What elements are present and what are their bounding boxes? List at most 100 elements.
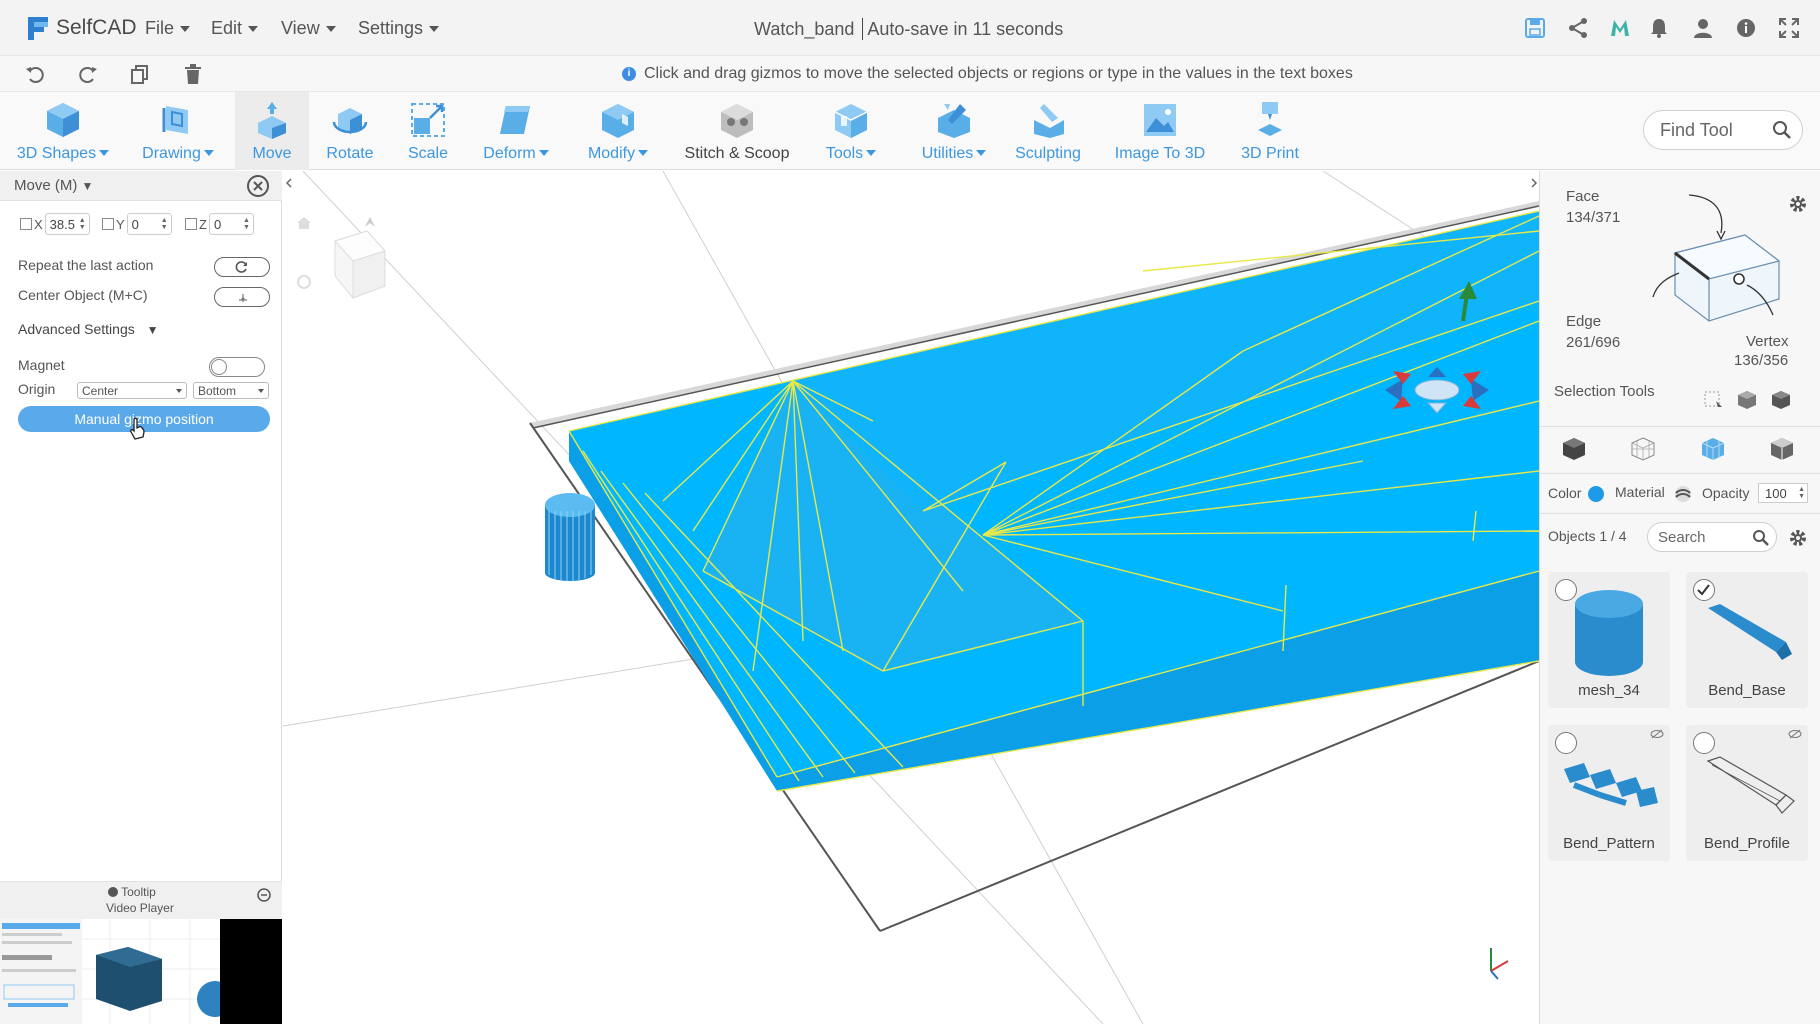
hidden-eye-icon[interactable] — [1650, 729, 1664, 739]
chevron-down-icon — [976, 150, 987, 156]
copy-icon[interactable] — [129, 63, 151, 85]
home-view-icon[interactable] — [297, 217, 311, 229]
tool-tools[interactable]: Tools — [808, 92, 894, 170]
multi-cube-select-icon[interactable] — [1736, 389, 1758, 411]
stepper-icon[interactable]: ▲ ▼ — [161, 217, 168, 231]
solid-wireframe-view-icon[interactable] — [1700, 436, 1726, 462]
z-checkbox[interactable] — [185, 218, 197, 230]
caret-down-icon: ▼ — [81, 179, 94, 193]
center-object-button[interactable] — [214, 287, 270, 307]
stepper-icon[interactable]: ▲ ▼ — [1798, 486, 1805, 500]
user-icon[interactable] — [1692, 17, 1714, 39]
y-input[interactable]: 0 ▲ ▼ — [126, 213, 172, 235]
gear-icon[interactable] — [1787, 193, 1809, 215]
minimize-icon[interactable] — [257, 888, 271, 902]
opacity-input[interactable]: 100 ▲ ▼ — [1758, 483, 1808, 503]
collapse-right-icon[interactable] — [1531, 178, 1538, 188]
tooltip-tab[interactable]: Tooltip — [108, 885, 156, 899]
magnet-label: Magnet — [18, 357, 65, 373]
origin-horizontal-select[interactable]: Center — [77, 382, 187, 399]
x-input[interactable]: 38.5 ▲ ▼ — [44, 213, 90, 235]
tool-3d-shapes[interactable]: 3D Shapes — [8, 92, 118, 170]
tool-move[interactable]: Move — [235, 92, 309, 170]
repeat-action-button[interactable] — [214, 257, 270, 277]
close-panel-button[interactable] — [247, 175, 269, 197]
scene-canvas[interactable] — [283, 171, 1539, 1024]
share-icon[interactable] — [1567, 17, 1589, 39]
y-checkbox[interactable] — [102, 218, 114, 230]
tool-stitch-scoop[interactable]: Stitch & Scoop — [676, 92, 798, 170]
tool-image-to-3d[interactable]: Image To 3D — [1108, 92, 1212, 170]
hidden-eye-icon[interactable] — [1788, 729, 1802, 739]
info-icon[interactable] — [1735, 17, 1757, 39]
delete-icon[interactable] — [182, 63, 204, 85]
magnet-toggle[interactable] — [209, 357, 265, 377]
object-select-radio[interactable] — [1693, 579, 1715, 601]
move-panel-header: Move (M) ▼ — [0, 171, 282, 201]
menu-view[interactable]: View — [281, 18, 336, 39]
collapse-left-icon[interactable] — [285, 178, 292, 188]
object-search-input[interactable] — [1658, 529, 1748, 546]
cube-icon — [47, 103, 79, 137]
3d-viewport[interactable] — [283, 171, 1539, 1024]
myminifactory-icon[interactable] — [1609, 17, 1631, 39]
selfcad-logo[interactable]: SelfCAD — [24, 12, 137, 44]
object-select-radio[interactable] — [1693, 732, 1715, 754]
document-name[interactable]: Watch_band — [754, 19, 854, 39]
object-search-box[interactable] — [1647, 522, 1777, 552]
object-card-bend-profile[interactable]: Bend_Profile — [1686, 725, 1808, 861]
target-icon[interactable] — [297, 275, 311, 289]
color-label: Color — [1548, 485, 1582, 501]
video-player[interactable] — [0, 919, 282, 1024]
tool-modify[interactable]: Modify — [572, 92, 664, 170]
object-card-bend-base[interactable]: Bend_Base — [1686, 572, 1808, 708]
solid-view-icon[interactable] — [1561, 436, 1587, 462]
xray-view-icon[interactable] — [1769, 436, 1795, 462]
stepper-icon[interactable]: ▲ ▼ — [243, 217, 250, 231]
menu-file[interactable]: File — [145, 18, 191, 39]
wireframe-view-icon[interactable] — [1630, 436, 1656, 462]
tool-deform[interactable]: Deform — [470, 92, 562, 170]
z-input[interactable]: 0 ▲ ▼ — [208, 213, 254, 235]
origin-vertical-select[interactable]: Bottom — [193, 382, 269, 399]
object-select-radio[interactable] — [1555, 732, 1577, 754]
move-panel-title[interactable]: Move (M) ▼ — [14, 177, 93, 194]
bell-icon[interactable] — [1648, 17, 1670, 39]
tool-rotate[interactable]: Rotate — [314, 92, 386, 170]
object-card-mesh-34[interactable]: mesh_34 — [1548, 572, 1670, 708]
search-icon[interactable] — [1772, 120, 1792, 140]
menu-settings[interactable]: Settings — [358, 18, 440, 39]
info-circle-icon — [108, 887, 118, 897]
find-tool-box[interactable] — [1643, 110, 1803, 150]
tool-drawing[interactable]: Drawing — [128, 92, 228, 170]
mesh-34-model[interactable] — [545, 493, 595, 581]
view-cube[interactable] — [334, 230, 386, 299]
solid-cube-select-icon[interactable] — [1770, 389, 1792, 411]
tool-sculpting[interactable]: Sculpting — [1010, 92, 1086, 170]
menu-edit[interactable]: Edit — [211, 18, 259, 39]
undo-icon[interactable] — [24, 63, 46, 85]
selection-tools-label: Selection Tools — [1554, 383, 1655, 400]
object-card-bend-pattern[interactable]: Bend_Pattern — [1548, 725, 1670, 861]
fullscreen-icon[interactable] — [1778, 17, 1800, 39]
objects-settings-gear-icon[interactable] — [1787, 527, 1809, 549]
x-checkbox[interactable] — [20, 218, 32, 230]
bend-base-model[interactable] — [568, 210, 1539, 792]
caret-down-icon: ▼ — [146, 323, 159, 337]
camera-direction-icon[interactable] — [365, 217, 375, 227]
selection-mode-cube[interactable] — [1635, 191, 1795, 331]
tool-scale[interactable]: Scale — [392, 92, 464, 170]
stepper-icon[interactable]: ▲ ▼ — [79, 217, 86, 231]
redo-icon[interactable] — [77, 63, 99, 85]
advanced-settings-toggle[interactable]: Advanced Settings ▼ — [18, 321, 159, 337]
search-icon[interactable] — [1752, 529, 1770, 547]
tool-utilities[interactable]: Utilities — [904, 92, 1004, 170]
tool-3d-print[interactable]: 3D Print — [1230, 92, 1310, 170]
material-icon[interactable] — [1674, 485, 1692, 503]
chevron-down-icon — [258, 389, 264, 393]
menu-settings-label: Settings — [358, 18, 424, 38]
save-icon[interactable] — [1524, 17, 1546, 39]
box-select-icon[interactable] — [1702, 389, 1724, 411]
find-tool-input[interactable] — [1660, 120, 1770, 141]
color-swatch[interactable] — [1588, 486, 1604, 502]
